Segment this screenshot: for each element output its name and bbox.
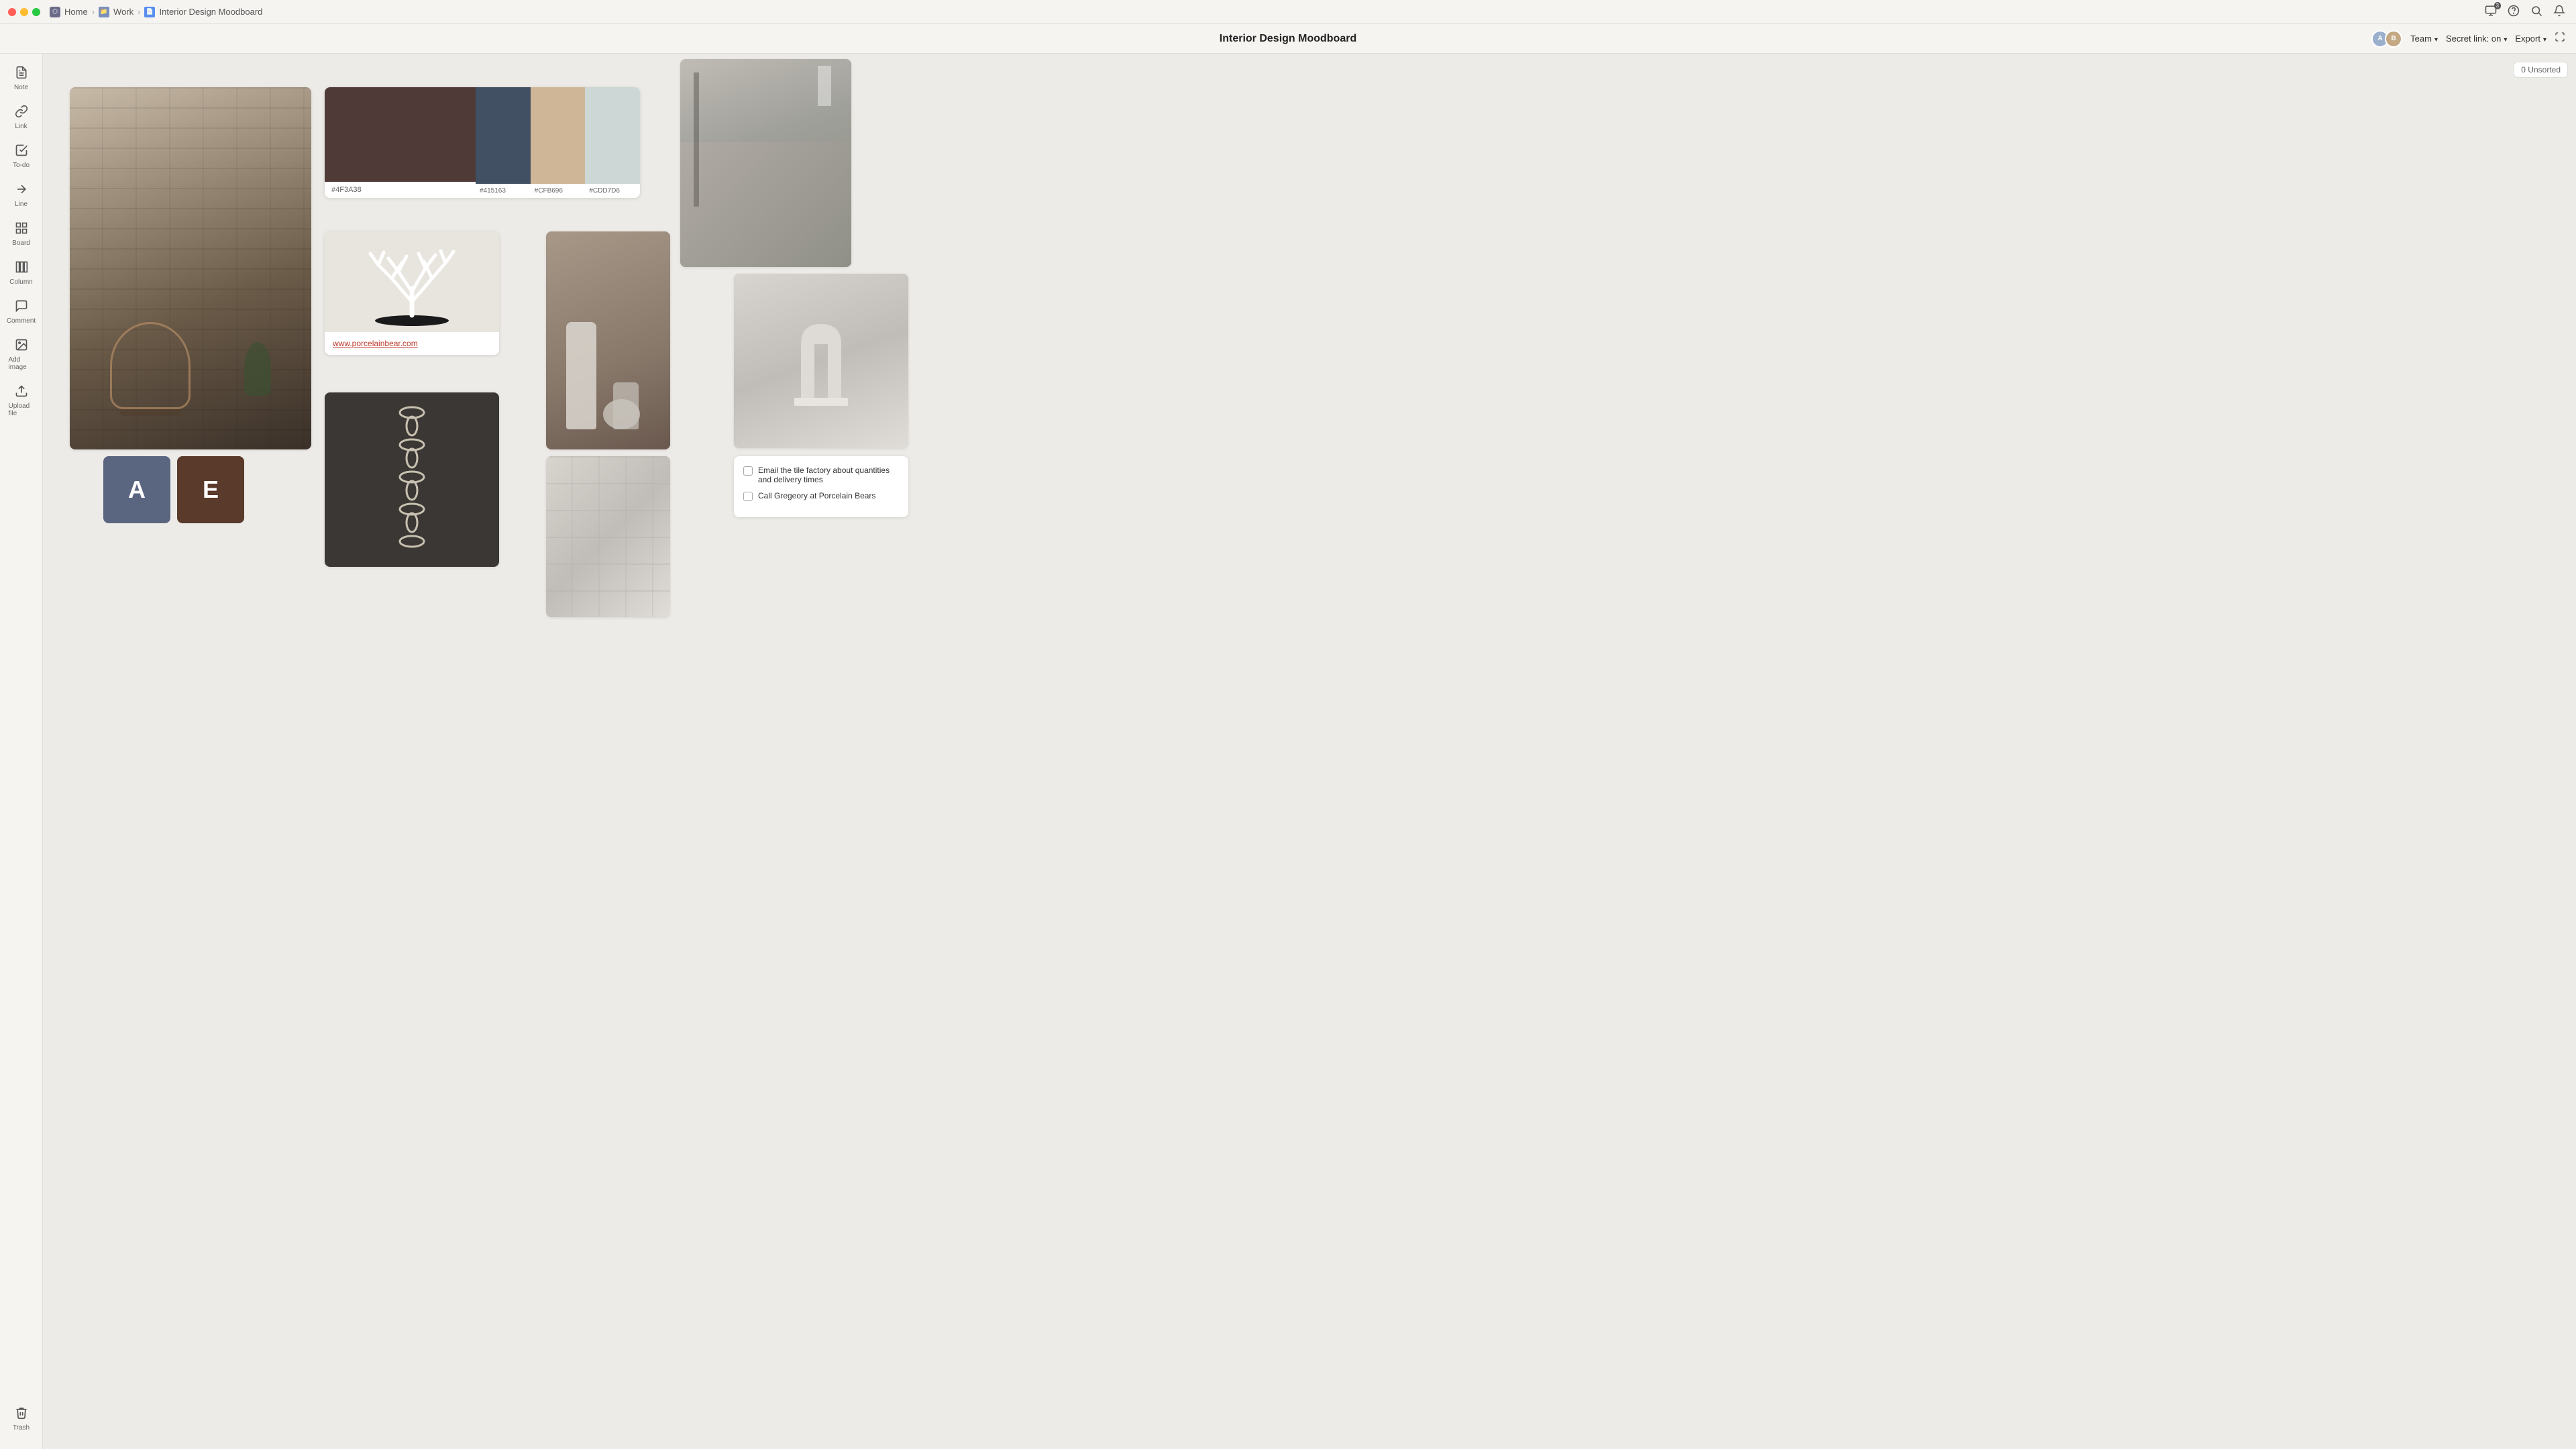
sidebar-item-comment[interactable]: Comment bbox=[3, 295, 40, 329]
color-swatch-label-1: #4F3A38 bbox=[325, 182, 476, 198]
checklist-item-1-text: Email the tile factory about quantities … bbox=[758, 466, 899, 484]
coral-link-card: www.porcelainbear.com bbox=[325, 231, 499, 355]
sidebar-item-note[interactable]: Note bbox=[3, 62, 40, 95]
main-toolbar: Interior Design Moodboard A B Team Secre… bbox=[0, 24, 2576, 54]
export-chevron-icon bbox=[2543, 34, 2546, 44]
sidebar-upload-label: Upload file bbox=[9, 402, 34, 417]
sidebar-line-label: Line bbox=[15, 201, 28, 208]
avatar-block-a-letter: A bbox=[128, 476, 146, 504]
color-swatch-label-3: #CFB696 bbox=[531, 184, 586, 198]
sidebar-link-label: Link bbox=[15, 123, 27, 130]
avatar-block-a: A bbox=[103, 456, 170, 523]
checklist-item-2: Call Gregeory at Porcelain Bears bbox=[743, 491, 899, 501]
vases-image bbox=[546, 231, 670, 449]
checkbox-1[interactable] bbox=[743, 466, 753, 476]
sidebar-add-image-label: Add image bbox=[9, 356, 34, 371]
breadcrumb-page: Interior Design Moodboard bbox=[159, 7, 262, 17]
sidebar-item-link[interactable]: Link bbox=[3, 101, 40, 134]
sidebar-column-label: Column bbox=[9, 278, 32, 286]
topnav-icons: 3 bbox=[2485, 0, 2576, 24]
sidebar-item-board[interactable]: Board bbox=[3, 217, 40, 251]
sidebar: Note Link To-do Line bbox=[0, 54, 43, 1449]
checklist-item-2-text: Call Gregeory at Porcelain Bears bbox=[758, 491, 875, 500]
sidebar-item-column[interactable]: Column bbox=[3, 256, 40, 290]
chain-image bbox=[325, 392, 499, 567]
secret-link-chevron-icon bbox=[2504, 34, 2507, 44]
sidebar-item-line[interactable]: Line bbox=[3, 178, 40, 212]
upload-icon bbox=[15, 384, 28, 401]
work-folder-icon: 📁 bbox=[99, 7, 109, 17]
secret-link-button[interactable]: Secret link: on bbox=[2446, 34, 2507, 44]
checklist-item-1: Email the tile factory about quantities … bbox=[743, 466, 899, 484]
note-icon bbox=[15, 66, 28, 83]
sidebar-item-add-image[interactable]: Add image bbox=[3, 334, 40, 375]
avatar-group: A B bbox=[2371, 30, 2402, 48]
line-icon bbox=[15, 182, 28, 199]
secret-link-label: Secret link: on bbox=[2446, 34, 2501, 44]
search-icon[interactable] bbox=[2530, 5, 2542, 20]
coral-sculpture-svg bbox=[352, 235, 472, 329]
sidebar-item-trash[interactable]: Trash bbox=[3, 1402, 40, 1436]
avatar-block-e-letter: E bbox=[203, 476, 219, 504]
breadcrumb-home[interactable]: Home bbox=[64, 7, 88, 17]
sidebar-todo-label: To-do bbox=[13, 162, 30, 169]
team-label: Team bbox=[2410, 34, 2432, 44]
traffic-lights bbox=[8, 8, 40, 16]
canvas-inner: 0 Unsorted #4F3A38 bbox=[43, 54, 2576, 1449]
monitor-icon[interactable]: 3 bbox=[2485, 5, 2497, 20]
trash-icon bbox=[15, 1406, 28, 1423]
add-image-icon bbox=[15, 338, 28, 355]
checkbox-2[interactable] bbox=[743, 492, 753, 501]
sidebar-item-todo[interactable]: To-do bbox=[3, 140, 40, 173]
avatar-blocks: A E bbox=[103, 456, 244, 523]
sidebar-bottom: Trash bbox=[3, 1402, 40, 1441]
maximize-button[interactable] bbox=[32, 8, 40, 16]
porcelain-bear-link[interactable]: www.porcelainbear.com bbox=[333, 339, 418, 348]
breadcrumb-work[interactable]: Work bbox=[113, 7, 133, 17]
bell-icon[interactable] bbox=[2553, 5, 2565, 20]
page-title: Interior Design Moodboard bbox=[1220, 33, 1356, 45]
link-icon bbox=[15, 105, 28, 121]
titlebar: ⬡ Home › 📁 Work › 📄 Interior Design Mood… bbox=[0, 0, 2576, 24]
help-icon[interactable] bbox=[2508, 5, 2520, 20]
checklist-card: Email the tile factory about quantities … bbox=[734, 456, 908, 517]
breadcrumb-sep-2: › bbox=[138, 7, 140, 17]
expand-button[interactable] bbox=[2555, 32, 2565, 46]
team-chevron-icon bbox=[2434, 34, 2438, 44]
home-icon[interactable]: ⬡ bbox=[50, 7, 60, 17]
sidebar-board-label: Board bbox=[12, 239, 30, 247]
export-button[interactable]: Export bbox=[2515, 34, 2546, 44]
toolbar-right: A B Team Secret link: on Export bbox=[2371, 30, 2565, 48]
todo-icon bbox=[15, 144, 28, 160]
sidebar-comment-label: Comment bbox=[7, 317, 36, 325]
sidebar-item-upload[interactable]: Upload file bbox=[3, 380, 40, 421]
avatar-2: B bbox=[2385, 30, 2402, 48]
canvas[interactable]: 0 Unsorted #4F3A38 bbox=[43, 54, 2576, 1449]
sidebar-note-label: Note bbox=[14, 84, 28, 91]
team-button[interactable]: Team bbox=[2410, 34, 2438, 44]
close-button[interactable] bbox=[8, 8, 16, 16]
comment-icon bbox=[15, 299, 28, 316]
unsorted-badge: 0 Unsorted bbox=[2514, 62, 2568, 78]
color-swatch-label-2: #415163 bbox=[476, 184, 531, 198]
board-icon bbox=[15, 221, 28, 238]
page-icon: 📄 bbox=[144, 7, 155, 17]
arch-sculpture-svg bbox=[781, 311, 861, 411]
tile-image bbox=[546, 456, 670, 617]
link-card-content: www.porcelainbear.com bbox=[325, 332, 499, 355]
notification-badge: 3 bbox=[2494, 2, 2501, 9]
column-icon bbox=[15, 260, 28, 277]
breadcrumb-sep-1: › bbox=[92, 7, 95, 17]
sidebar-trash-label: Trash bbox=[13, 1424, 30, 1432]
arch-image bbox=[734, 274, 908, 448]
chain-svg bbox=[378, 399, 445, 560]
patio-image bbox=[70, 87, 311, 449]
color-swatch-label-4: #CDD7D6 bbox=[585, 184, 640, 198]
breadcrumb: ⬡ Home › 📁 Work › 📄 Interior Design Mood… bbox=[50, 7, 262, 17]
export-label: Export bbox=[2515, 34, 2540, 44]
minimize-button[interactable] bbox=[20, 8, 28, 16]
color-palette-card: #4F3A38 #415163 #CFB696 #CDD7D6 bbox=[325, 87, 640, 198]
concrete-interior-image bbox=[680, 59, 851, 267]
avatar-block-e: E bbox=[177, 456, 244, 523]
